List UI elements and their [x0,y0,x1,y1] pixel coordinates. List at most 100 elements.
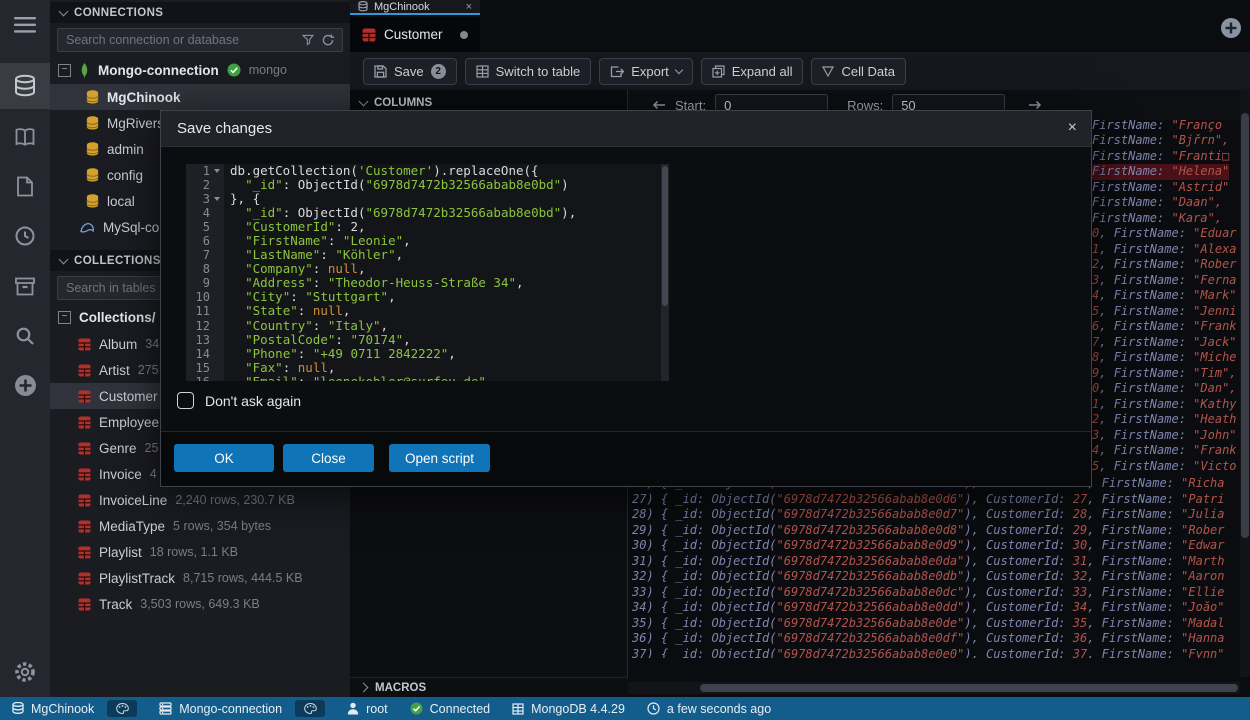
editor-code[interactable]: db.getCollection('Customer').replaceOne(… [224,164,661,381]
row-index: 33) { [632,585,675,599]
sidebar-collection-playlist[interactable]: Playlist18 rows, 1.1 KB [50,539,350,565]
collection-info: 275 [138,363,159,377]
close-icon[interactable]: × [466,1,472,13]
script-editor[interactable]: 12345678910111213141516 db.getCollection… [186,164,669,381]
database-icon [86,194,99,208]
firstname-value: "Eduar [1193,226,1236,240]
id-key: _id: ObjectId( [675,523,776,537]
cell-data-button[interactable]: Cell Data [811,58,905,85]
dont-ask-again-option[interactable]: Don't ask again [177,392,301,409]
save-button[interactable]: Save 2 [363,58,457,85]
collapse-box-icon[interactable]: − [58,64,71,77]
firstname-value: "Dan", [1193,381,1236,395]
code-token: "6978d7472b32566abab8e0bd" [366,177,562,192]
code-token: : [313,261,328,276]
table-grid-icon [476,65,489,78]
next-page-icon[interactable] [1028,100,1042,110]
add-connection-icon[interactable] [0,362,50,408]
switch-to-table-button[interactable]: Switch to table [465,58,592,85]
json-row-fragment: FirstName: "Helena" [1092,164,1229,180]
dont-ask-again-checkbox[interactable] [177,392,194,409]
firstname-value: "Julia [1181,507,1224,521]
tab-customer[interactable]: Customer [350,17,480,52]
code-token: : [313,275,328,290]
hscroll-thumb[interactable] [700,684,1238,692]
database-nav-icon[interactable] [0,63,50,109]
file-icon[interactable] [0,163,50,209]
menu-icon[interactable] [0,2,50,48]
json-row-fragment: 3, FirstName: "Ferna [1092,273,1237,289]
prev-page-icon[interactable] [652,100,666,110]
code-line: "Email": "leonekohler@surfeu.de", [230,375,661,381]
sidebar-collection-playlisttrack[interactable]: PlaylistTrack8,715 rows, 444.5 KB [50,565,350,591]
code-token [230,303,245,318]
sidebar-collection-mediatype[interactable]: MediaType5 rows, 354 bytes [50,513,350,539]
expand-all-icon [712,65,725,78]
new-tab-button[interactable] [1220,17,1242,39]
collection-info: 2,240 rows, 230.7 KB [175,493,295,507]
vertical-scrollbar[interactable] [1240,90,1250,677]
fold-arrow-icon[interactable] [210,197,224,201]
code-token: , [358,219,366,234]
firstname-key: FirstName: [1114,304,1193,318]
tab-mgchinook-label: MgChinook [374,1,430,13]
customerid-value: 27 [1073,492,1087,506]
connections-section-header[interactable]: CONNECTIONS [50,2,350,23]
chevron-right-icon [359,683,369,693]
json-row-fragment: 5, FirstName: "Victo [1092,459,1237,475]
editor-gutter: 12345678910111213141516 [186,164,224,381]
ok-button[interactable]: OK [174,444,274,472]
refresh-icon[interactable] [322,34,334,46]
database-label: admin [107,142,144,157]
connection-color-badge[interactable] [295,700,325,717]
horizontal-scrollbar[interactable] [628,682,1240,694]
firstname-value: "Helena" [1171,164,1229,178]
export-label: Export [631,64,669,79]
customerid-value: 36 [1073,631,1087,645]
vscroll-thumb[interactable] [1241,113,1249,538]
code-token: "PostalCode" [245,332,335,347]
database-icon [86,90,99,104]
editor-scrollbar[interactable] [661,164,669,381]
expand-all-button[interactable]: Expand all [701,58,804,85]
code-token [230,219,245,234]
statusbar-item-label: a few seconds ago [667,702,771,716]
close-button[interactable]: Close [283,444,374,472]
firstname-key: FirstName: [1102,585,1181,599]
customerid-value: 33 [1073,585,1087,599]
export-button[interactable]: Export [599,58,693,85]
cloud-search-icon[interactable] [0,313,50,359]
sidebar-collection-invoiceline[interactable]: InvoiceLine2,240 rows, 230.7 KB [50,487,350,513]
statusbar-item-mongo-connection[interactable]: Mongo-connection [159,700,325,717]
sidebar-collection-track[interactable]: Track3,503 rows, 649.3 KB [50,591,350,617]
macros-panel-header[interactable]: MACROS [350,677,628,697]
collapse-box-icon[interactable]: − [58,311,71,324]
gutter-line: 13 [186,333,224,347]
open-script-button[interactable]: Open script [389,444,490,472]
objectid-value: "6978d7472b32566abab8e0dd" [777,600,965,614]
connection-color-badge[interactable] [107,700,137,717]
settings-gear-icon[interactable] [0,649,50,695]
code-token [230,318,245,333]
code-token: "+49 0711 2842222" [313,346,448,361]
customerid-value: 32 [1073,569,1087,583]
code-token: : [320,247,335,262]
history-icon[interactable] [0,213,50,259]
connection-row[interactable]: − Mongo-connection mongo [50,57,350,83]
connections-search-input[interactable]: Search connection or database [57,28,343,52]
statusbar-item-mgchinook[interactable]: MgChinook [12,700,137,717]
tab-mgchinook[interactable]: MgChinook × [350,0,480,15]
code-token [230,346,245,361]
editor-scroll-thumb[interactable] [662,166,668,306]
line-number: 6 [186,234,210,248]
sidebar-database-mgchinook[interactable]: MgChinook [50,84,350,110]
fold-arrow-icon[interactable] [210,169,224,173]
chevron-down-icon [59,6,69,16]
dialog-close-icon[interactable]: × [1068,120,1077,136]
firstname-key: FirstName: [1114,242,1193,256]
archive-icon[interactable] [0,263,50,309]
filter-funnel-icon[interactable] [302,34,314,46]
save-icon [374,65,387,78]
dont-ask-again-label: Don't ask again [205,393,301,409]
book-icon[interactable] [0,114,50,160]
